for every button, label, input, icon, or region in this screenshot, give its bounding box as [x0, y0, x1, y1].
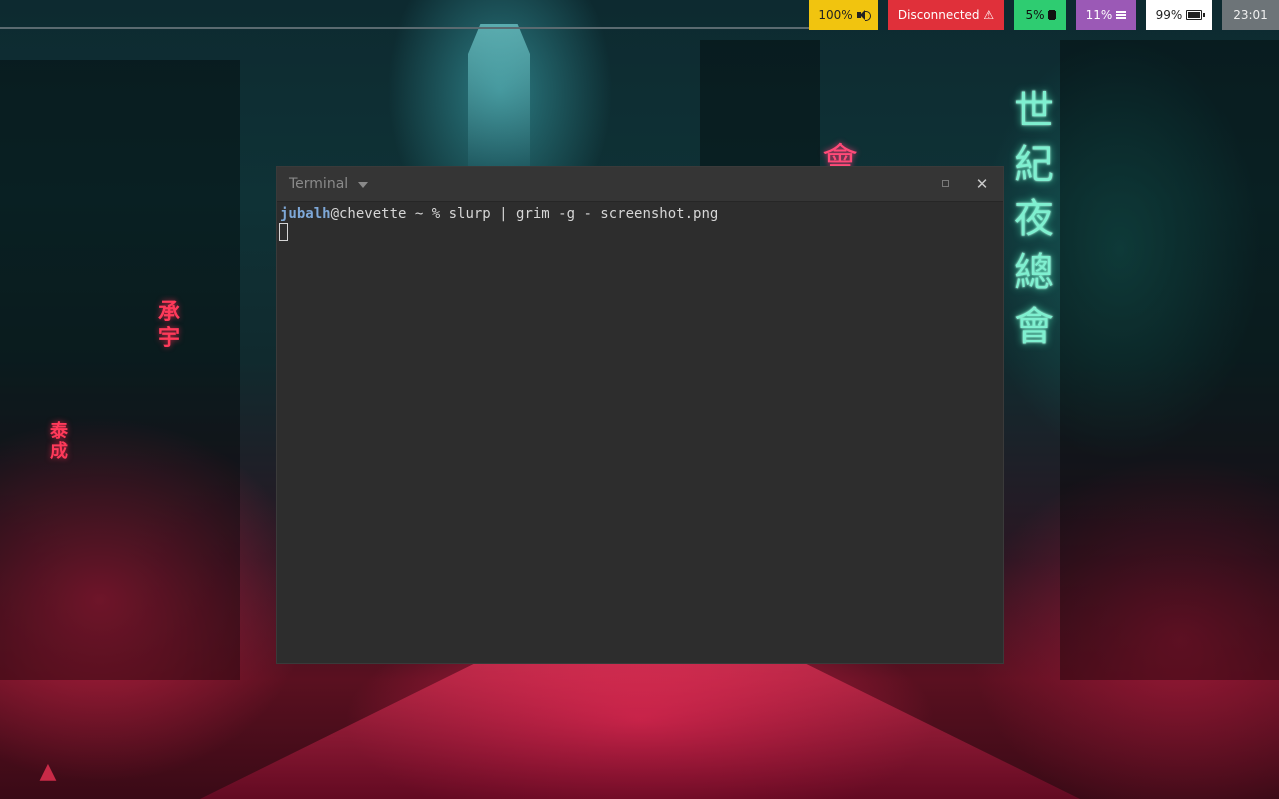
- menu-icon: [1116, 11, 1127, 19]
- memory-block[interactable]: 11%: [1076, 0, 1136, 30]
- text-cursor: [279, 223, 288, 241]
- prompt-host: @chevette ~ %: [330, 206, 449, 222]
- status-bar: 100% Disconnected ⚠ 5% 11% 99% 23:01: [0, 0, 1279, 30]
- chip-icon: [1048, 10, 1055, 20]
- wallpaper-neon-sign-red-2: 泰成: [50, 421, 68, 462]
- paramount-logo: ▲: [39, 759, 57, 784]
- volume-label: 100%: [818, 8, 853, 22]
- battery-icon: [1186, 10, 1206, 20]
- battery-block[interactable]: 99%: [1146, 0, 1212, 30]
- clock-label: 23:01: [1233, 8, 1268, 22]
- title-menu-caret-icon[interactable]: [358, 182, 368, 188]
- network-block[interactable]: Disconnected ⚠: [888, 0, 1004, 30]
- status-bar-divider: [0, 27, 809, 29]
- wallpaper-neon-sign-green: 世紀夜總會: [1014, 88, 1054, 350]
- close-button[interactable]: ✕: [975, 175, 989, 193]
- clock-block[interactable]: 23:01: [1222, 0, 1279, 30]
- battery-label: 99%: [1155, 8, 1183, 22]
- status-blocks: 100% Disconnected ⚠ 5% 11% 99% 23:01: [809, 0, 1279, 30]
- maximize-button[interactable]: [942, 180, 949, 187]
- memory-label: 11%: [1085, 8, 1113, 22]
- terminal-output[interactable]: jubalh@chevette ~ % slurp | grim -g - sc…: [277, 203, 1003, 663]
- speaker-icon: [856, 10, 871, 21]
- wallpaper-street-reflection: [200, 660, 1080, 799]
- network-label: Disconnected ⚠: [897, 8, 995, 22]
- volume-block[interactable]: 100%: [809, 0, 878, 30]
- wallpaper-tower: [468, 24, 530, 174]
- window-titlebar[interactable]: Terminal ✕: [277, 167, 1003, 202]
- prompt-line: jubalh@chevette ~ % slurp | grim -g - sc…: [280, 204, 718, 224]
- cpu-block[interactable]: 5%: [1014, 0, 1066, 30]
- wallpaper-building-left: [0, 60, 240, 680]
- prompt-command: slurp | grim -g - screenshot.png: [448, 206, 719, 222]
- cpu-label: 5%: [1025, 8, 1045, 22]
- wallpaper-building-right: [1060, 40, 1279, 680]
- prompt-user: jubalh: [280, 206, 331, 222]
- terminal-window[interactable]: Terminal ✕ jubalh@chevette ~ % slurp | g…: [277, 167, 1003, 663]
- window-title: Terminal: [289, 176, 349, 192]
- wallpaper-neon-sign-red: 承宇: [158, 300, 181, 351]
